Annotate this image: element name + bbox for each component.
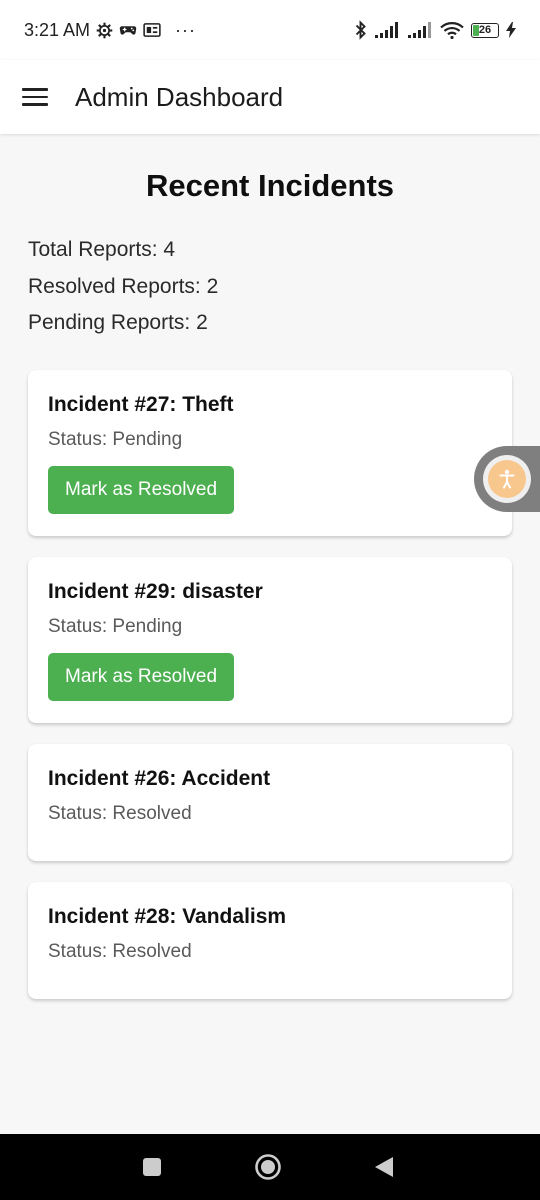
page-title: Recent Incidents [145,168,395,203]
incident-card: Incident #29: disaster Status: Pending M… [28,557,512,723]
bluetooth-icon [355,20,367,40]
battery-level: 26 [478,24,492,36]
gamepad-icon [119,23,137,37]
signal-icon [407,22,433,38]
pending-reports: Pending Reports: 2 [28,311,208,334]
mark-as-resolved-button[interactable]: Mark as Resolved [48,653,235,701]
app-title: Admin Dashboard [75,81,284,112]
menu-line [22,95,48,99]
status-time: 3:21 AM [24,19,91,40]
incident-card: Incident #27: Theft Status: Pending Mark… [28,370,512,536]
incident-title: Incident #29: disaster [48,580,263,603]
accessibility-floating-button[interactable] [474,446,540,512]
mark-as-resolved-button[interactable]: Mark as Resolved [48,466,235,514]
settings-gear-icon [96,22,113,39]
battery-icon: 26 [471,22,499,38]
screen: 3:21 AM ··· 26 Admin Dashboard Recent In… [0,0,540,1200]
incident-title: Incident #27: Theft [48,393,234,416]
accessibility-button-ring [483,455,531,503]
back-triangle-icon[interactable] [374,1156,394,1178]
status-right: 26 [355,20,516,40]
total-reports: Total Reports: 4 [28,238,176,261]
charging-bolt-icon [506,22,516,38]
incident-card: Incident #28: Vandalism Status: Resolved [28,882,512,999]
home-circle-icon[interactable] [254,1153,282,1181]
resolved-reports: Resolved Reports: 2 [28,274,219,298]
menu-line [22,88,48,91]
more-dots-icon: ··· [175,19,197,40]
report-stats: Total Reports: 4 Resolved Reports: 2 Pen… [28,236,218,346]
incident-status: Status: Pending [48,429,183,450]
menu-line [22,103,48,106]
wifi-icon [440,21,464,39]
sim-card-icon [143,23,161,37]
incident-card: Incident #26: Accident Status: Resolved [28,744,512,861]
incident-title: Incident #26: Accident [48,767,271,790]
status-left: 3:21 AM ··· [24,20,196,41]
incident-title: Incident #28: Vandalism [48,905,287,928]
app-bar: Admin Dashboard [0,60,540,134]
system-nav-bar [0,1134,540,1200]
recents-square-icon[interactable] [142,1157,162,1177]
incident-status: Status: Resolved [48,803,192,824]
incident-status: Status: Resolved [48,941,192,962]
hamburger-menu-icon[interactable] [22,88,48,106]
accessibility-icon [488,460,526,498]
incident-status: Status: Pending [48,616,183,637]
signal-icon [374,22,400,38]
status-bar: 3:21 AM ··· 26 [0,0,540,60]
